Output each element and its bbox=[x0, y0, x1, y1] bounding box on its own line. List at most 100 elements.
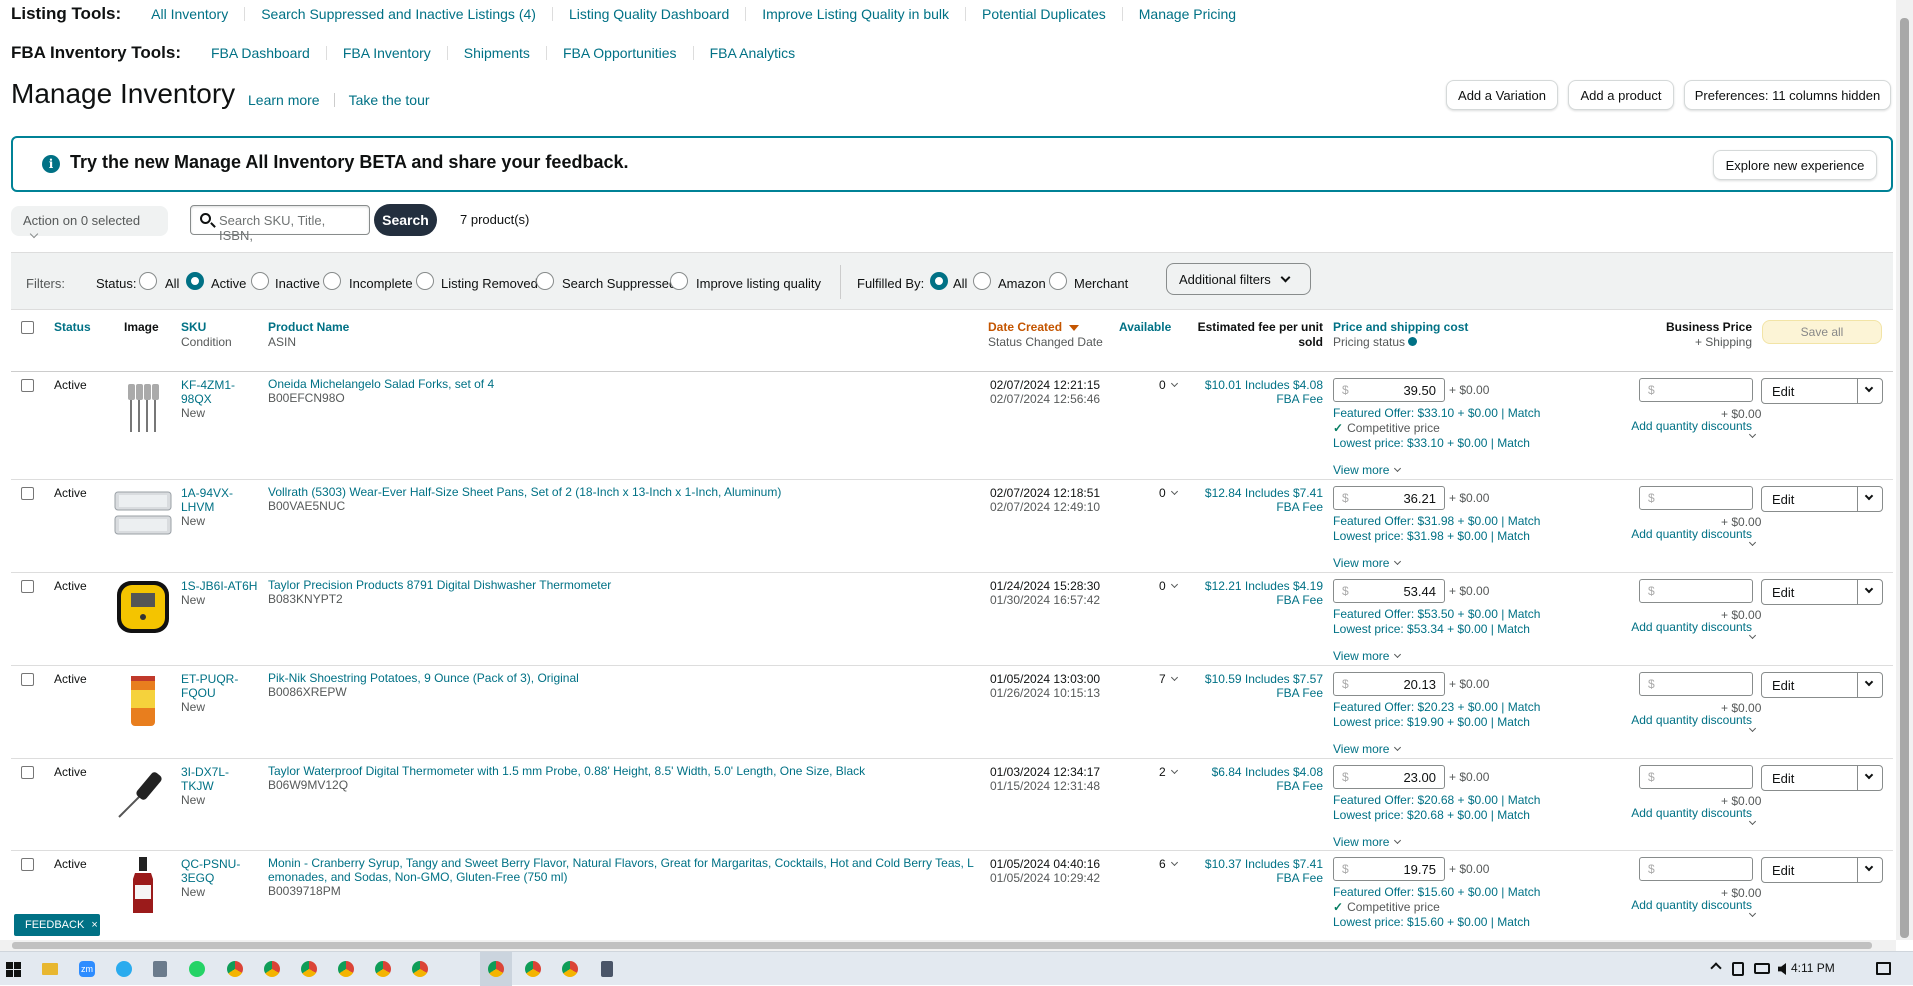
row-sku[interactable]: 1S-JB6I-AT6H bbox=[181, 579, 257, 593]
chrome-icon[interactable] bbox=[412, 961, 428, 977]
battery-icon[interactable] bbox=[1732, 962, 1744, 976]
volume-icon[interactable] bbox=[1778, 963, 1786, 975]
match-link[interactable]: Match bbox=[1497, 915, 1530, 929]
chrome-icon[interactable] bbox=[375, 961, 391, 977]
nav-fba-analytics[interactable]: FBA Analytics bbox=[694, 46, 812, 60]
business-price-input[interactable]: $ bbox=[1639, 765, 1753, 789]
product-title-link[interactable]: Taylor Waterproof Digital Thermometer wi… bbox=[268, 764, 865, 778]
status-option-inactive[interactable]: Inactive bbox=[275, 276, 320, 291]
available-dropdown[interactable]: 7 bbox=[1159, 672, 1178, 686]
chevron-down-icon[interactable] bbox=[1748, 817, 1757, 826]
radio-fulfilled-all[interactable] bbox=[930, 272, 948, 290]
nav-listing-quality-dashboard[interactable]: Listing Quality Dashboard bbox=[553, 7, 747, 21]
col-price-shipping[interactable]: Price and shipping cost Pricing status bbox=[1333, 320, 1468, 350]
price-input[interactable]: $19.75 bbox=[1333, 857, 1445, 881]
radio-status-inactive[interactable] bbox=[251, 272, 269, 290]
radio-status-active[interactable] bbox=[186, 272, 204, 290]
add-quantity-discounts-link[interactable]: Add quantity discounts bbox=[1626, 806, 1752, 820]
nav-shipments[interactable]: Shipments bbox=[448, 46, 547, 60]
product-title-link-cont[interactable]: emonades, and Sodas, Non-GMO, Gluten-Fre… bbox=[268, 870, 974, 884]
bulk-action-select[interactable]: Action on 0 selected bbox=[11, 206, 168, 239]
horizontal-scrollbar[interactable] bbox=[0, 940, 1896, 951]
price-input[interactable]: $36.21 bbox=[1333, 486, 1445, 510]
edit-button[interactable]: Edit bbox=[1761, 857, 1883, 883]
select-all-checkbox[interactable] bbox=[21, 321, 34, 334]
edit-button[interactable]: Edit bbox=[1761, 672, 1883, 698]
row-fee[interactable]: $10.59 Includes $7.57 FBA Fee bbox=[1186, 672, 1323, 700]
business-price-input[interactable]: $ bbox=[1639, 486, 1753, 510]
row-sku[interactable]: QC-PSNU- 3EGQ bbox=[181, 857, 240, 885]
add-product-button[interactable]: Add a product bbox=[1568, 80, 1674, 110]
match-link[interactable]: Match bbox=[1508, 514, 1541, 528]
row-sku[interactable]: 1A-94VX- LHVM bbox=[181, 486, 233, 514]
match-link[interactable]: Match bbox=[1508, 700, 1541, 714]
business-price-input[interactable]: $ bbox=[1639, 378, 1753, 402]
chrome-icon[interactable] bbox=[338, 961, 354, 977]
chevron-down-icon[interactable] bbox=[1864, 491, 1874, 501]
vertical-scroll-thumb[interactable] bbox=[1900, 18, 1909, 938]
chevron-down-icon[interactable] bbox=[1748, 909, 1757, 918]
available-dropdown[interactable]: 2 bbox=[1159, 765, 1178, 779]
col-status[interactable]: Status bbox=[54, 320, 91, 335]
status-option-incomplete[interactable]: Incomplete bbox=[349, 276, 413, 291]
nav-all-inventory[interactable]: All Inventory bbox=[135, 7, 246, 21]
add-quantity-discounts-link[interactable]: Add quantity discounts bbox=[1626, 527, 1752, 541]
price-input[interactable]: $39.50 bbox=[1333, 378, 1445, 402]
row-fee[interactable]: $12.84 Includes $7.41 FBA Fee bbox=[1186, 486, 1323, 514]
zoom-app-icon[interactable]: zm bbox=[79, 961, 95, 977]
chevron-down-icon[interactable] bbox=[1748, 724, 1757, 733]
chrome-icon[interactable] bbox=[227, 961, 243, 977]
search-button[interactable]: Search bbox=[374, 204, 437, 236]
match-link[interactable]: Match bbox=[1497, 529, 1530, 543]
explore-new-experience-button[interactable]: Explore new experience bbox=[1713, 150, 1877, 180]
col-date-created[interactable]: Date Created Status Changed Date bbox=[988, 320, 1103, 350]
row-sku[interactable]: KF-4ZM1- 98QX bbox=[181, 378, 235, 406]
save-all-button[interactable]: Save all bbox=[1762, 320, 1882, 344]
nav-potential-duplicates[interactable]: Potential Duplicates bbox=[966, 7, 1123, 21]
chrome-icon[interactable] bbox=[488, 961, 504, 977]
close-icon[interactable]: × bbox=[91, 919, 97, 931]
chrome-icon[interactable] bbox=[562, 961, 578, 977]
add-quantity-discounts-link[interactable]: Add quantity discounts bbox=[1626, 898, 1752, 912]
col-product-name[interactable]: Product Name ASIN bbox=[268, 320, 349, 350]
edit-button[interactable]: Edit bbox=[1761, 765, 1883, 791]
available-dropdown[interactable]: 6 bbox=[1159, 857, 1178, 871]
chrome-icon[interactable] bbox=[525, 961, 541, 977]
status-option-improve-listing[interactable]: Improve listing quality bbox=[696, 276, 821, 291]
product-title-link[interactable]: Taylor Precision Products 8791 Digital D… bbox=[268, 578, 611, 592]
nav-search-suppressed[interactable]: Search Suppressed and Inactive Listings … bbox=[245, 7, 553, 21]
product-image[interactable] bbox=[113, 378, 173, 438]
taskbar-clock[interactable]: 4:11 PM bbox=[1791, 961, 1835, 975]
chevron-down-icon[interactable] bbox=[1864, 770, 1874, 780]
match-link[interactable]: Match bbox=[1497, 622, 1530, 636]
file-explorer-icon[interactable] bbox=[42, 963, 58, 975]
whatsapp-icon[interactable] bbox=[189, 961, 205, 977]
match-link[interactable]: Match bbox=[1497, 715, 1530, 729]
match-link[interactable]: Match bbox=[1497, 436, 1530, 450]
price-input[interactable]: $53.44 bbox=[1333, 579, 1445, 603]
nav-fba-dashboard[interactable]: FBA Dashboard bbox=[195, 46, 327, 60]
business-price-input[interactable]: $ bbox=[1639, 672, 1753, 696]
chevron-down-icon[interactable] bbox=[1748, 538, 1757, 547]
match-link[interactable]: Match bbox=[1508, 406, 1541, 420]
edit-button[interactable]: Edit bbox=[1761, 378, 1883, 404]
available-dropdown[interactable]: 0 bbox=[1159, 378, 1178, 392]
status-option-active[interactable]: Active bbox=[211, 276, 246, 291]
additional-filters-button[interactable]: Additional filters bbox=[1166, 263, 1311, 295]
row-fee[interactable]: $6.84 Includes $4.08 FBA Fee bbox=[1186, 765, 1323, 793]
add-variation-button[interactable]: Add a Variation bbox=[1446, 80, 1558, 110]
match-link[interactable]: Match bbox=[1508, 885, 1541, 899]
row-sku[interactable]: 3I-DX7L- TKJW bbox=[181, 765, 229, 793]
add-quantity-discounts-link[interactable]: Add quantity discounts bbox=[1626, 419, 1752, 433]
edit-button[interactable]: Edit bbox=[1761, 579, 1883, 605]
radio-status-search-suppressed[interactable] bbox=[536, 272, 554, 290]
radio-fulfilled-amazon[interactable] bbox=[973, 272, 991, 290]
fulfilled-option-amazon[interactable]: Amazon bbox=[998, 276, 1046, 291]
product-image[interactable] bbox=[113, 763, 173, 823]
business-price-input[interactable]: $ bbox=[1639, 857, 1753, 881]
notepad-icon[interactable] bbox=[153, 961, 167, 977]
row-fee[interactable]: $12.21 Includes $4.19 FBA Fee bbox=[1186, 579, 1323, 607]
learn-more-link[interactable]: Learn more bbox=[248, 93, 335, 107]
radio-status-all[interactable] bbox=[139, 272, 157, 290]
feedback-tab[interactable]: FEEDBACK × bbox=[14, 914, 100, 936]
